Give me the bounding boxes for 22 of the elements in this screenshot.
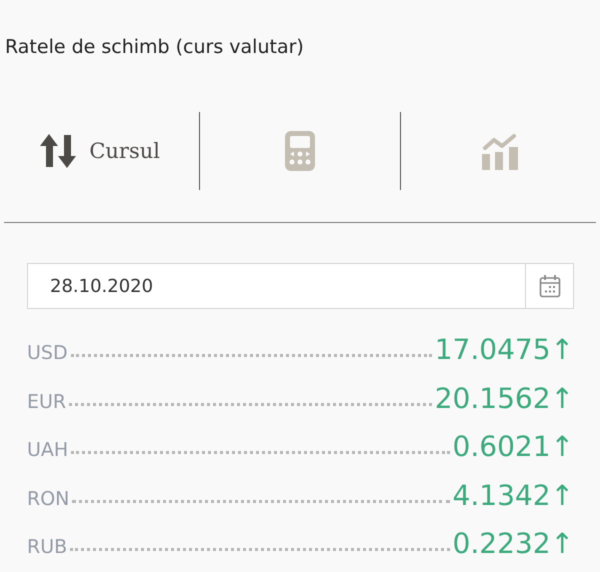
trend-arrow: ↑ xyxy=(550,333,574,366)
currency-code: UAH xyxy=(27,439,68,461)
calendar-button[interactable] xyxy=(526,263,574,309)
exchange-rate: 0.6021 xyxy=(452,430,551,463)
exchange-rate: 17.0475 xyxy=(434,333,551,366)
bar-chart-icon xyxy=(480,132,520,170)
page-title: Ratele de schimb (curs valutar) xyxy=(4,36,305,60)
exchange-rate: 20.1562 xyxy=(434,382,551,414)
trend-arrow: ↑ xyxy=(550,478,574,512)
trend-arrow: ↑ xyxy=(550,430,574,463)
tab[interactable]: Cursul xyxy=(0,126,200,176)
trend-arrow: ↑ xyxy=(550,527,574,560)
currency-code: EUR xyxy=(27,390,66,412)
calendar-icon xyxy=(538,274,560,298)
calculator-icon xyxy=(284,130,316,172)
currency-code: USD xyxy=(27,342,68,364)
currency-code: RON xyxy=(27,488,70,510)
currency-code: RUB xyxy=(27,536,68,558)
exchange-rate: 0.2232 xyxy=(452,527,551,560)
trend-arrow: ↑ xyxy=(550,382,574,414)
exchange-rate: 4.1342 xyxy=(452,478,551,512)
date-field[interactable]: 28.10.2020 xyxy=(27,263,526,309)
